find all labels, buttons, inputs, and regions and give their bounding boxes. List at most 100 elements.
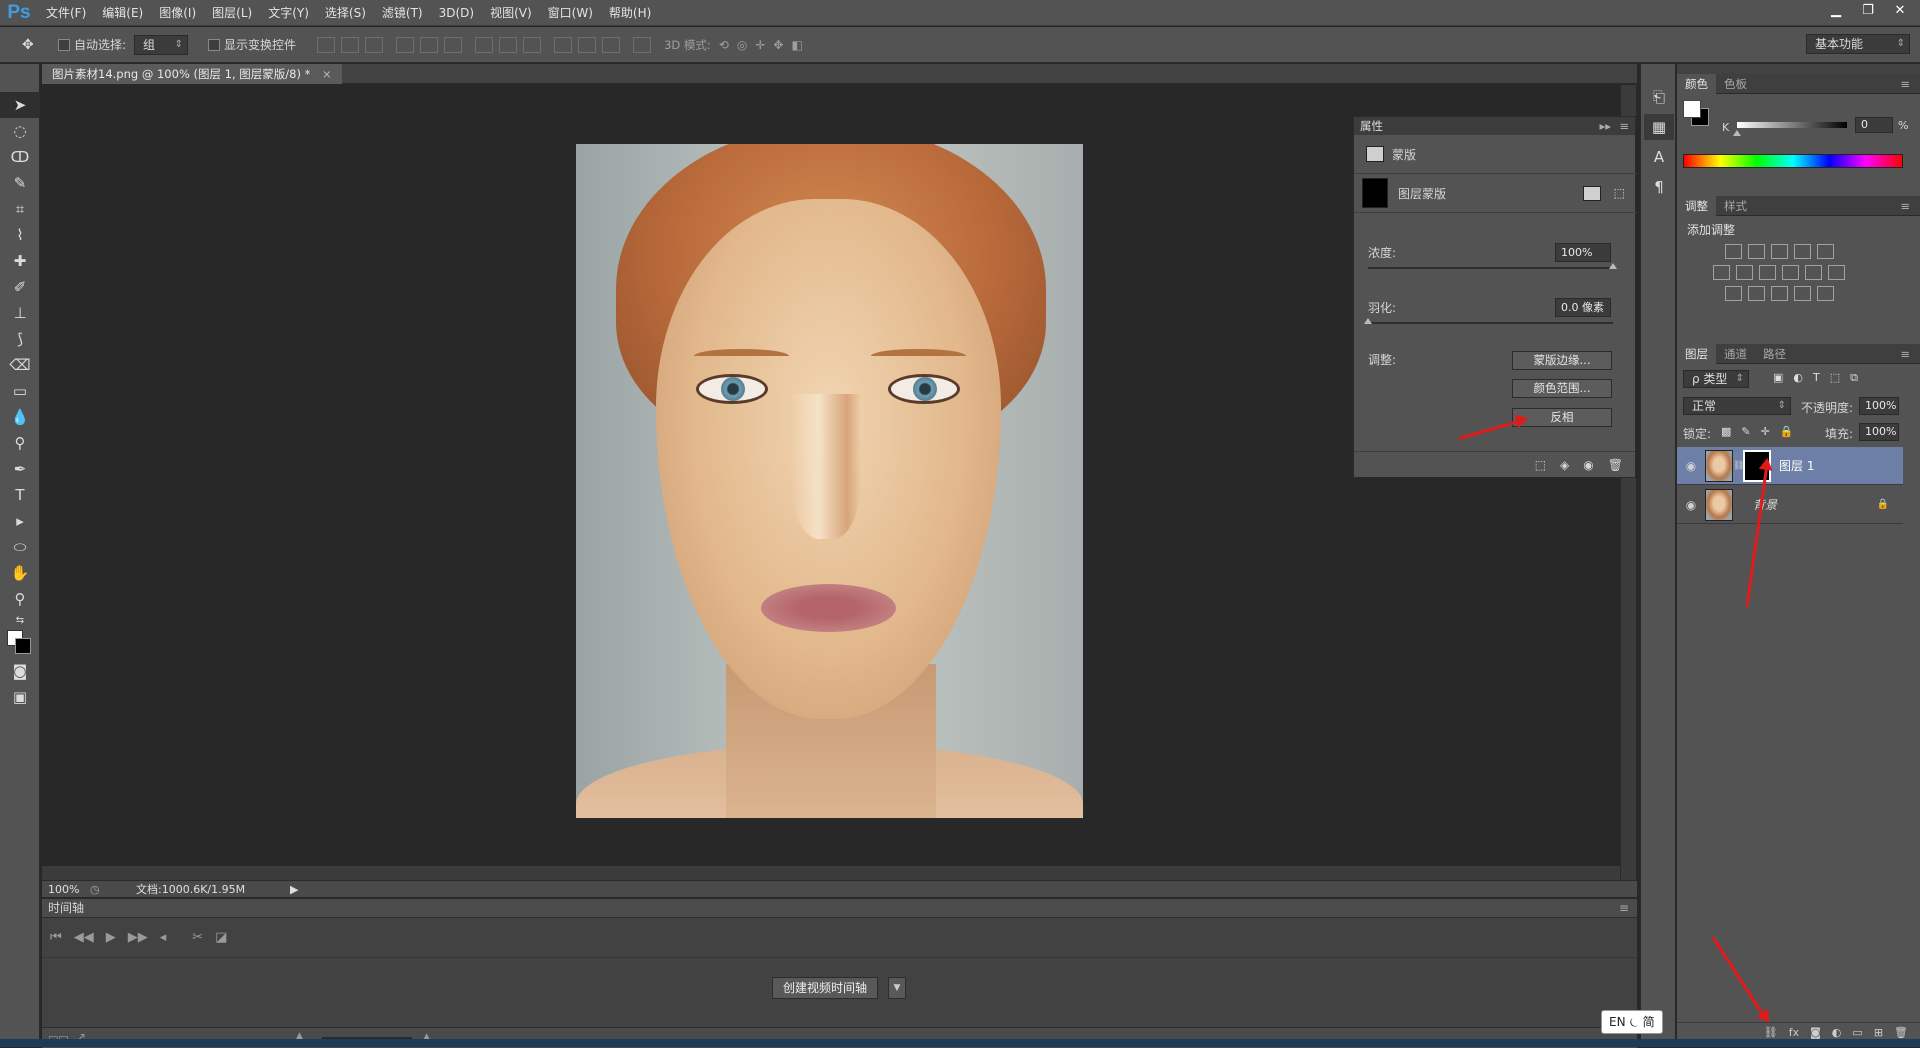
distribute-right-icon[interactable] (602, 36, 621, 53)
3d-roll-icon[interactable]: ◎ (737, 38, 747, 52)
align-vcenter-icon[interactable] (341, 36, 360, 53)
tab-swatches[interactable]: 色板 (1716, 74, 1755, 94)
tab-styles[interactable]: 样式 (1716, 196, 1755, 216)
hand-tool-icon[interactable]: ✋ (0, 560, 40, 586)
portrait-image[interactable] (576, 144, 1083, 818)
ime-indicator[interactable]: EN ⏾ 简 (1601, 1010, 1663, 1034)
minimize-button[interactable]: ▁ (1822, 0, 1850, 20)
brightness-contrast-icon[interactable] (1725, 244, 1742, 259)
tab-paths[interactable]: 路径 (1755, 344, 1794, 364)
menu-layer[interactable]: 图层(L) (204, 0, 260, 26)
hue-saturation-icon[interactable] (1713, 265, 1730, 280)
previous-frame-icon[interactable]: ◀◀ (74, 930, 94, 945)
apply-mask-icon[interactable]: ◈ (1560, 458, 1569, 472)
selective-color-icon[interactable] (1794, 286, 1811, 301)
align-hcenter-icon[interactable] (420, 36, 439, 53)
color-panel-menu-icon[interactable]: ≡ (1892, 74, 1918, 94)
blend-mode-dropdown[interactable]: 正常 (1683, 397, 1791, 415)
ellipse-tool-icon[interactable]: ⬭ (0, 534, 40, 560)
3d-pan-icon[interactable]: ✛ (755, 38, 765, 52)
invert-adjust-icon[interactable] (1725, 286, 1742, 301)
create-timeline-dropdown-icon[interactable]: ▼ (888, 977, 906, 999)
layer-row-background[interactable]: ◉ 背景 🔒 (1677, 486, 1903, 524)
distribute-bottom-icon[interactable] (523, 36, 542, 53)
swap-colors-icon[interactable]: ⇆ (0, 612, 40, 628)
new-group-icon[interactable]: ▭ (1852, 1026, 1862, 1039)
menu-filter[interactable]: 滤镜(T) (374, 0, 431, 26)
new-adjustment-layer-icon[interactable]: ◐ (1832, 1026, 1842, 1039)
create-video-timeline-button[interactable]: 创建视频时间轴 (772, 977, 879, 999)
zoom-level[interactable]: 100% (42, 883, 90, 896)
dodge-tool-icon[interactable]: ⚲ (0, 430, 40, 456)
lock-transparent-icon[interactable]: ▩ (1721, 425, 1731, 438)
posterize-icon[interactable] (1748, 286, 1765, 301)
tab-channels[interactable]: 通道 (1716, 344, 1755, 364)
tab-color[interactable]: 颜色 (1677, 73, 1716, 94)
menu-file[interactable]: 文件(F) (38, 0, 94, 26)
curves-icon[interactable] (1771, 244, 1788, 259)
color-spectrum-ramp[interactable] (1683, 154, 1903, 168)
filter-smart-icon[interactable]: ⧉ (1850, 371, 1858, 385)
eyedropper-tool-icon[interactable]: ⌇ (0, 222, 40, 248)
restore-button[interactable]: ❐ (1854, 0, 1882, 20)
filter-pixel-icon[interactable]: ▣ (1773, 371, 1783, 385)
document-tab-close[interactable]: × (322, 67, 332, 81)
color-lookup-icon[interactable] (1828, 265, 1845, 280)
status-cycle-icon[interactable]: ◷ (90, 883, 110, 896)
tab-adjustments[interactable]: 调整 (1677, 195, 1716, 216)
healing-brush-tool-icon[interactable]: ✚ (0, 248, 40, 274)
layers-menu-icon[interactable]: ≡ (1892, 344, 1918, 364)
menu-image[interactable]: 图像(I) (151, 0, 204, 26)
color-foreground-swatch[interactable] (1683, 100, 1701, 118)
quick-select-tool-icon[interactable]: ✎ (0, 170, 40, 196)
add-vector-mask-icon[interactable]: ⬚ (1614, 186, 1625, 200)
show-transform-checkbox[interactable] (208, 38, 221, 51)
filter-type-icon[interactable]: T (1813, 371, 1820, 385)
canvas-horizontal-scrollbar[interactable] (42, 866, 1620, 880)
menu-select[interactable]: 选择(S) (317, 0, 374, 26)
menu-help[interactable]: 帮助(H) (601, 0, 659, 26)
layer-row-layer1[interactable]: ◉ ⛓ 图层 1 (1677, 447, 1903, 485)
color-balance-icon[interactable] (1736, 265, 1753, 280)
toggle-mask-visibility-icon[interactable]: ◉ (1583, 458, 1593, 472)
feather-slider[interactable] (1368, 322, 1613, 324)
mask-edge-button[interactable]: 蒙版边缘... (1512, 351, 1612, 370)
menu-edit[interactable]: 编辑(E) (94, 0, 151, 26)
lasso-tool-icon[interactable]: ↀ (0, 144, 40, 170)
layer1-mask-link-icon[interactable]: ⛓ (1733, 461, 1744, 471)
density-slider-thumb[interactable] (1609, 263, 1617, 269)
layer1-visibility-eye-icon[interactable]: ◉ (1677, 459, 1705, 473)
exposure-icon[interactable] (1794, 244, 1811, 259)
menu-3d[interactable]: 3D(D) (431, 0, 482, 26)
background-color-swatch[interactable] (15, 638, 31, 654)
move-tool-icon[interactable]: ✥ (22, 37, 52, 53)
split-scissors-icon[interactable]: ✂ (192, 930, 203, 945)
screen-mode-icon[interactable]: ▣ (0, 684, 40, 710)
layer-style-fx-icon[interactable]: fx (1789, 1026, 1799, 1039)
play-icon[interactable]: ▶ (106, 930, 116, 945)
eraser-tool-icon[interactable]: ⌫ (0, 352, 40, 378)
menu-window[interactable]: 窗口(W) (540, 0, 601, 26)
vibrance-icon[interactable] (1817, 244, 1834, 259)
density-field[interactable]: 100% (1555, 242, 1611, 262)
foreground-background-swatches[interactable] (0, 628, 40, 658)
brush-tool-icon[interactable]: ✐ (0, 274, 40, 300)
align-bottom-icon[interactable] (365, 36, 384, 53)
tab-layers[interactable]: 图层 (1677, 343, 1716, 364)
gradient-map-icon[interactable] (1817, 286, 1834, 301)
photo-filter-icon[interactable] (1782, 265, 1799, 280)
density-slider[interactable] (1368, 267, 1613, 269)
marquee-tool-icon[interactable]: ◌ (0, 118, 40, 144)
properties-panel-icon[interactable]: ▦ (1644, 114, 1674, 140)
timeline-menu-icon[interactable]: ≡ (1619, 899, 1629, 918)
path-select-tool-icon[interactable]: ▸ (0, 508, 40, 534)
layer-filter-dropdown[interactable]: ρ 类型 (1683, 370, 1749, 388)
feather-slider-thumb[interactable] (1364, 318, 1372, 324)
zoom-tool-icon[interactable]: ⚲ (0, 586, 40, 612)
lock-position-icon[interactable]: ✛ (1761, 425, 1770, 438)
properties-menu-icon[interactable]: ≡ (1619, 117, 1629, 135)
timeline-title[interactable]: 时间轴 (48, 901, 84, 915)
opacity-field[interactable]: 100% (1859, 397, 1899, 415)
filter-adjust-icon[interactable]: ◐ (1793, 371, 1803, 385)
distribute-left-icon[interactable] (554, 36, 573, 53)
